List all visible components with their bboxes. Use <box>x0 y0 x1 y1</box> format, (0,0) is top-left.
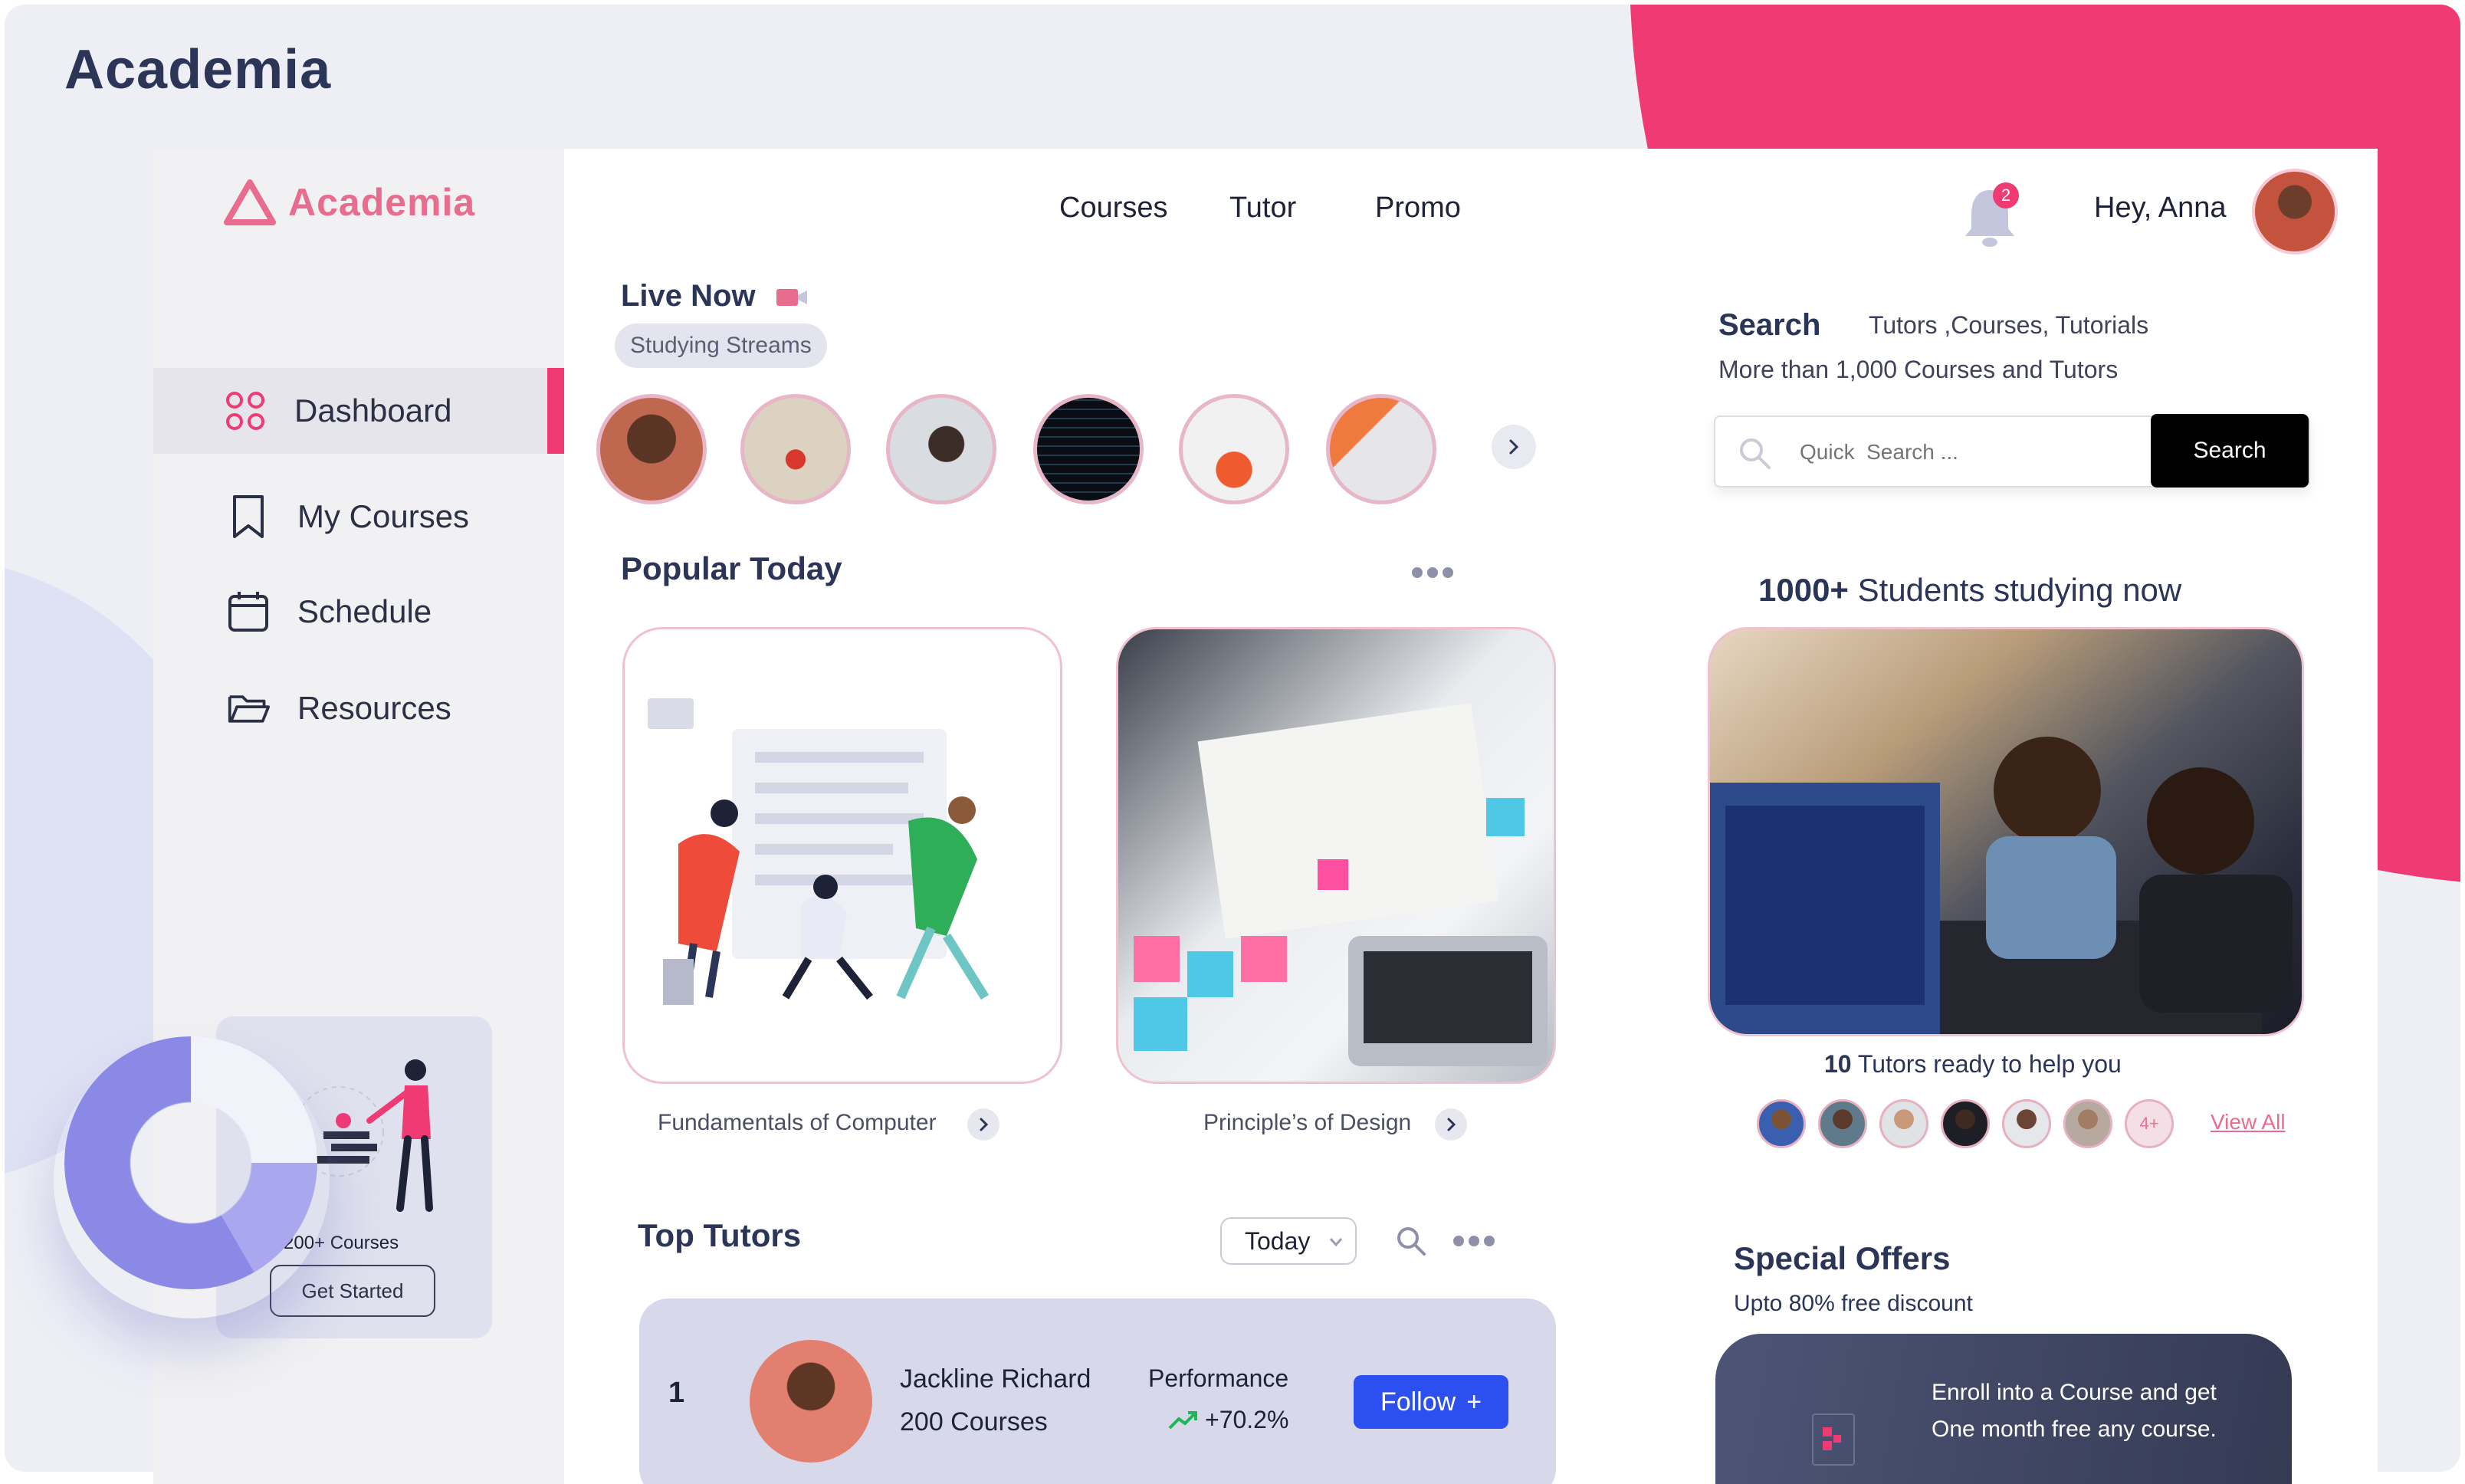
tutor-avatar-small[interactable] <box>2063 1099 2112 1148</box>
user-avatar[interactable] <box>2252 169 2338 254</box>
notification-badge: 2 <box>1993 182 2019 208</box>
tutor-courses: 200 Courses <box>900 1407 1048 1436</box>
students-heading: 1000+ Students studying now <box>1758 572 2181 609</box>
tutor-avatar[interactable] <box>750 1340 872 1463</box>
tutors-text: Tutors ready to help you <box>1851 1050 2122 1078</box>
search-subtitle: Tutors ,Courses, Tutorials <box>1869 311 2149 339</box>
team-illustration <box>648 698 990 1005</box>
course-label-fundamentals: Fundamentals of Computer <box>658 1110 937 1135</box>
search-input[interactable] <box>1800 434 2122 471</box>
course-next-button-1[interactable] <box>967 1108 999 1141</box>
chevron-right-icon <box>1509 439 1519 455</box>
performance-value-wrap: +70.2% <box>1168 1406 1288 1434</box>
logo-text: Academia <box>288 181 476 224</box>
tutor-avatar-small[interactable] <box>1879 1099 1928 1148</box>
tutors-filter-value: Today <box>1245 1226 1311 1255</box>
streams-next-button[interactable] <box>1492 425 1536 469</box>
tutor-rank: 1 <box>668 1377 685 1409</box>
performance-label: Performance <box>1148 1364 1289 1392</box>
sidebar-item-label: Dashboard <box>294 392 452 428</box>
tutor-avatar-small[interactable] <box>2002 1099 2051 1148</box>
grid-dots-icon <box>224 389 267 432</box>
nav-promo[interactable]: Promo <box>1375 192 1461 225</box>
sidebar-item-resources[interactable]: Resources <box>153 665 564 751</box>
tutor-name: Jackline Richard <box>900 1364 1091 1394</box>
tutor-row: 1 Jackline Richard 200 Courses Performan… <box>639 1298 1556 1484</box>
logo-triangle-icon <box>224 179 276 225</box>
nav-courses[interactable]: Courses <box>1059 192 1168 225</box>
tutors-count: 10 <box>1824 1050 1852 1078</box>
offer-line-1: Enroll into a Course and get <box>1932 1380 2217 1405</box>
special-offer-card[interactable]: Enroll into a Course and get One month f… <box>1715 1334 2292 1484</box>
chevron-right-icon <box>1447 1118 1456 1131</box>
sidebar-item-my-courses[interactable]: My Courses <box>153 474 564 560</box>
course-next-button-2[interactable] <box>1435 1108 1467 1141</box>
course-label-design: Principle’s of Design <box>1203 1110 1412 1135</box>
more-tutors-badge[interactable]: 4+ <box>2125 1099 2174 1148</box>
stream-avatar-3[interactable] <box>886 394 996 504</box>
page-title: Academia <box>64 39 332 100</box>
students-photo <box>1708 627 2304 1036</box>
follow-button[interactable]: Follow + <box>1354 1375 1508 1429</box>
view-all-link[interactable]: View All <box>2211 1110 2286 1134</box>
sidebar-item-label: Schedule <box>297 593 432 629</box>
course-card-design[interactable] <box>1116 627 1556 1084</box>
students-count: 1000+ <box>1758 572 1849 608</box>
donut-3d-decoration <box>64 1036 317 1289</box>
offer-line-2: One month free any course. <box>1932 1417 2217 1442</box>
students-laptop-photo <box>1710 737 2293 1034</box>
dashboard-card: Academia Dashboard My Courses Schedule R… <box>153 149 2378 1484</box>
special-offers-title: Special Offers <box>1734 1240 1951 1276</box>
top-tutors-title: Top Tutors <box>638 1217 802 1253</box>
tutors-filter-select[interactable]: Today <box>1220 1217 1357 1265</box>
popular-more-icon[interactable] <box>1412 567 1453 578</box>
chevron-down-icon <box>1329 1238 1343 1247</box>
calendar-icon <box>227 590 270 633</box>
sidebar-item-label: My Courses <box>297 498 470 534</box>
tutor-avatar-small[interactable] <box>1818 1099 1867 1148</box>
search-icon[interactable] <box>1395 1225 1427 1257</box>
bookmark-icon <box>227 495 270 538</box>
tutor-avatar-small[interactable] <box>1757 1099 1806 1148</box>
trend-up-icon <box>1168 1410 1197 1429</box>
design-sketch-photo <box>1134 703 1548 1066</box>
follow-label: Follow <box>1380 1387 1456 1417</box>
search-subtitle-2: More than 1,000 Courses and Tutors <box>1718 356 2119 383</box>
students-text: Students studying now <box>1848 572 2182 608</box>
folder-icon <box>227 687 270 730</box>
stream-avatar-4[interactable] <box>1033 394 1144 504</box>
popular-today-title: Popular Today <box>621 550 842 586</box>
studying-streams-chip[interactable]: Studying Streams <box>615 323 827 368</box>
sidebar-logo[interactable]: Academia <box>224 179 475 225</box>
notification-bell[interactable]: 2 <box>1959 181 2020 250</box>
video-camera-icon <box>776 289 807 307</box>
tutor-avatar-small[interactable] <box>1941 1099 1990 1148</box>
offer-icon <box>1812 1413 1855 1466</box>
plus-icon: + <box>1466 1387 1482 1417</box>
search-button[interactable]: Search <box>2151 414 2309 488</box>
sidebar-item-schedule[interactable]: Schedule <box>153 569 564 655</box>
tutors-ready-text: 10 Tutors ready to help you <box>1824 1050 2122 1079</box>
greeting: Hey, Anna <box>2094 192 2227 224</box>
active-indicator <box>547 368 564 454</box>
stream-avatar-2[interactable] <box>740 394 851 504</box>
live-now-title: Live Now <box>621 279 809 314</box>
get-started-button[interactable]: Get Started <box>270 1265 435 1317</box>
stream-avatar-6[interactable] <box>1326 394 1436 504</box>
search-title: Search <box>1718 308 1821 342</box>
performance-value: +70.2% <box>1205 1406 1289 1433</box>
sidebar-item-dashboard[interactable]: Dashboard <box>153 368 564 454</box>
tutors-more-icon[interactable] <box>1453 1236 1495 1246</box>
sidebar-item-label: Resources <box>297 690 451 726</box>
nav-tutor[interactable]: Tutor <box>1229 192 1296 225</box>
stream-avatar-1[interactable] <box>596 394 707 504</box>
course-card-fundamentals[interactable] <box>622 627 1062 1084</box>
search-icon <box>1740 438 1771 469</box>
special-offers-subtitle: Upto 80% free discount <box>1734 1291 1973 1316</box>
stream-avatar-5[interactable] <box>1179 394 1289 504</box>
chevron-right-icon <box>980 1118 989 1131</box>
